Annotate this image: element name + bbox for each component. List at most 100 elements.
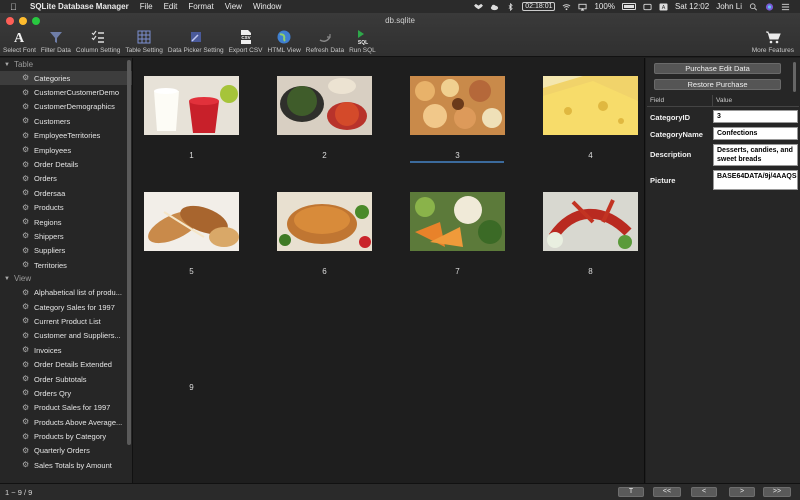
menu-edit[interactable]: Edit xyxy=(164,2,178,11)
wifi-icon[interactable] xyxy=(562,3,571,11)
sidebar-view-item[interactable]: ⚙ Product Sales for 1997 xyxy=(0,401,132,415)
html-view-button[interactable]: HTML View xyxy=(268,29,301,54)
previous-page-button[interactable]: < xyxy=(691,487,717,497)
category-thumbnail[interactable] xyxy=(144,192,239,251)
sidebar-view-item[interactable]: ⚙ Category Sales for 1997 xyxy=(0,300,132,314)
sidebar-view-item[interactable]: ⚙ Products by Category xyxy=(0,429,132,443)
next-page-button[interactable]: > xyxy=(729,487,755,497)
field-column-header[interactable]: Field xyxy=(647,94,713,107)
sidebar-table-item[interactable]: ⚙ Shippers xyxy=(0,229,132,243)
category-thumbnail[interactable] xyxy=(543,76,638,135)
more-features-button[interactable]: More Features xyxy=(752,29,794,54)
sidebar-table-item[interactable]: ⚙ Orders xyxy=(0,172,132,186)
grid-cell[interactable]: 9 xyxy=(144,308,239,392)
menu-format[interactable]: Format xyxy=(188,2,213,11)
table-setting-button[interactable]: Table Setting xyxy=(125,29,163,54)
gear-icon: ⚙ xyxy=(22,130,30,140)
category-thumbnail[interactable] xyxy=(277,76,372,135)
sidebar-table-item[interactable]: ⚙ EmployeeTerritories xyxy=(0,129,132,143)
spotlight-icon[interactable] xyxy=(749,2,758,11)
category-thumbnail[interactable] xyxy=(543,192,638,251)
svg-text:CSV: CSV xyxy=(241,35,250,40)
text-toggle-button[interactable]: T xyxy=(618,487,644,497)
sidebar-view-item[interactable]: ⚙ Quarterly Orders xyxy=(0,444,132,458)
refresh-data-button[interactable]: Refresh Data xyxy=(306,29,344,54)
grid-cell[interactable]: 8 xyxy=(543,192,638,276)
sidebar-view-item[interactable]: ⚙ Orders Qry xyxy=(0,386,132,400)
siri-icon[interactable] xyxy=(765,2,774,11)
grid-cell[interactable]: 6 xyxy=(277,192,372,276)
sidebar-view-item[interactable]: ⚙ Products Above Average... xyxy=(0,415,132,429)
field-value-input[interactable]: BASE64DATA/9j/4AAQSkZJRgABAgAA xyxy=(713,170,798,190)
sidebar-table-item[interactable]: ⚙ Territories xyxy=(0,258,132,272)
purchase-edit-data-button[interactable]: Purchase Edit Data xyxy=(654,63,781,74)
data-picker-setting-button[interactable]: Data Picker Setting xyxy=(168,29,224,54)
sidebar-view-item[interactable]: ⚙ Order Details Extended xyxy=(0,357,132,371)
grid-cell[interactable]: 1 xyxy=(144,76,239,160)
field-value-input[interactable]: 3 xyxy=(713,110,798,123)
field-value-input[interactable]: Confections xyxy=(713,127,798,140)
dropbox-icon[interactable] xyxy=(474,3,484,11)
export-csv-button[interactable]: CSV Export CSV xyxy=(229,29,263,54)
field-value-input[interactable]: Desserts, candies, and sweet breads xyxy=(713,144,798,166)
value-column-header[interactable]: Value xyxy=(713,97,732,104)
sidebar-table-item[interactable]: ⚙ CustomerCustomerDemo xyxy=(0,85,132,99)
gear-icon: ⚙ xyxy=(22,217,30,227)
menu-user[interactable]: John Li xyxy=(716,2,742,11)
select-font-button[interactable]: A Select Font xyxy=(3,29,36,54)
apple-icon[interactable]:  xyxy=(10,2,20,12)
notification-center-icon[interactable] xyxy=(781,3,790,11)
menu-app-name[interactable]: SQLite Database Manager xyxy=(30,2,129,11)
bluetooth-icon[interactable] xyxy=(506,2,515,11)
menu-datetime[interactable]: Sat 12:02 xyxy=(675,2,709,11)
timer-clock[interactable]: 02:18:01 xyxy=(522,2,556,11)
category-thumbnail[interactable] xyxy=(410,76,505,135)
filter-data-button[interactable]: Filter Data xyxy=(41,29,71,54)
disclosure-triangle-icon[interactable]: ▼ xyxy=(4,276,10,282)
sidebar-table-item[interactable]: ⚙ Regions xyxy=(0,215,132,229)
sidebar-table-item[interactable]: ⚙ Order Details xyxy=(0,157,132,171)
menu-view[interactable]: View xyxy=(225,2,242,11)
input-source-icon[interactable]: A xyxy=(659,2,668,11)
menu-window[interactable]: Window xyxy=(253,2,281,11)
disclosure-triangle-icon[interactable]: ▼ xyxy=(4,62,10,68)
grid-cell[interactable]: 7 xyxy=(410,192,505,276)
detail-scrollbar[interactable] xyxy=(793,62,796,92)
sidebar-view-item[interactable]: ⚙ Customer and Suppliers... xyxy=(0,329,132,343)
category-thumbnail[interactable] xyxy=(410,192,505,251)
sidebar-view-item[interactable]: ⚙ Invoices xyxy=(0,343,132,357)
view-section-header[interactable]: ▼ View xyxy=(0,272,132,285)
menu-file[interactable]: File xyxy=(140,2,153,11)
sidebar-table-item[interactable]: ⚙ CustomerDemographics xyxy=(0,100,132,114)
sidebar-view-item[interactable]: ⚙ Current Product List xyxy=(0,314,132,328)
sidebar-table-item[interactable]: ⚙ Products xyxy=(0,201,132,215)
sidebar-table-item[interactable]: ⚙ Categories xyxy=(0,71,132,86)
switch-icon[interactable] xyxy=(643,3,652,11)
run-sql-button[interactable]: SQL Run SQL xyxy=(349,29,376,54)
grid-cell[interactable]: 2 xyxy=(277,76,372,160)
table-section-header[interactable]: ▼ Table xyxy=(0,58,132,71)
sidebar-table-item[interactable]: ⚙ Employees xyxy=(0,143,132,157)
sidebar-view-item[interactable]: ⚙ Order Subtotals xyxy=(0,372,132,386)
grid-cell[interactable]: 4 xyxy=(543,76,638,160)
grid-cell[interactable]: 3 xyxy=(410,76,505,160)
sidebar-view-item[interactable]: ⚙ Alphabetical list of produ... xyxy=(0,285,132,299)
gear-icon: ⚙ xyxy=(22,388,30,398)
category-thumbnail[interactable] xyxy=(144,76,239,135)
column-setting-button[interactable]: Column Setting xyxy=(76,29,120,54)
first-page-button[interactable]: << xyxy=(653,487,681,497)
restore-purchase-button[interactable]: Restore Purchase xyxy=(654,79,781,90)
sidebar-table-item[interactable]: ⚙ Suppliers xyxy=(0,244,132,258)
category-thumbnail[interactable] xyxy=(144,308,239,367)
grid-cell[interactable]: 5 xyxy=(144,192,239,276)
sidebar-table-item[interactable]: ⚙ Ordersaa xyxy=(0,186,132,200)
sidebar-scrollbar[interactable] xyxy=(127,60,131,445)
airplay-icon[interactable] xyxy=(578,3,588,11)
category-thumbnail[interactable] xyxy=(277,192,372,251)
cloud-icon[interactable] xyxy=(490,3,499,11)
sidebar-view-item[interactable]: ⚙ Sales Totals by Amount xyxy=(0,458,132,472)
sidebar-table-item[interactable]: ⚙ Customers xyxy=(0,114,132,128)
gear-icon: ⚙ xyxy=(22,87,30,97)
last-page-button[interactable]: >> xyxy=(763,487,791,497)
battery-icon[interactable] xyxy=(621,3,636,10)
